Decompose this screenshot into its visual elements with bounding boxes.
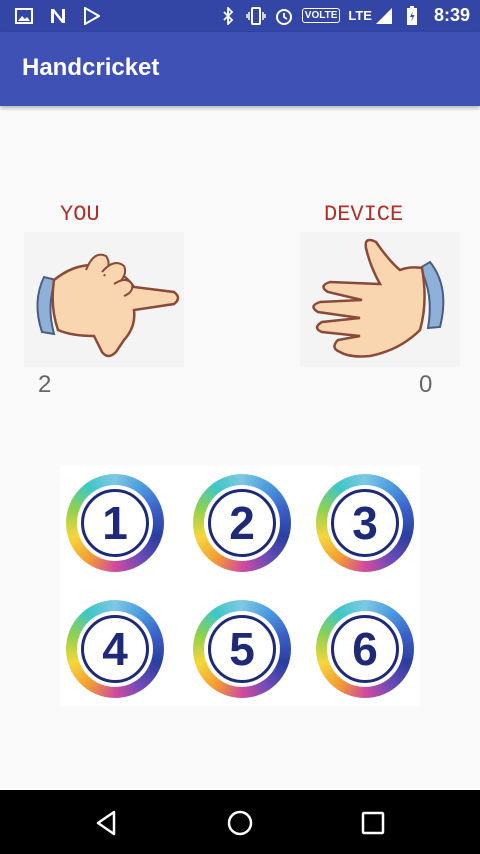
image-icon bbox=[14, 6, 34, 26]
home-icon[interactable] bbox=[225, 808, 255, 838]
device-label: DEVICE bbox=[324, 202, 404, 227]
lte-label: LTE bbox=[348, 8, 372, 23]
number-3-label: 3 bbox=[331, 489, 399, 557]
number-5-label: 5 bbox=[208, 615, 276, 683]
volte-badge: VOLTE bbox=[301, 8, 341, 23]
back-icon[interactable] bbox=[92, 808, 122, 838]
alarm-icon bbox=[274, 6, 294, 26]
clock-time: 8:39 bbox=[433, 5, 470, 25]
bluetooth-icon bbox=[218, 6, 238, 26]
recents-icon[interactable] bbox=[358, 808, 388, 838]
number-4-label: 4 bbox=[81, 615, 149, 683]
number-6-label: 6 bbox=[331, 615, 399, 683]
number-1-label: 1 bbox=[81, 489, 149, 557]
play-store-icon bbox=[82, 6, 102, 26]
status-bar: VOLTE LTE 8:39 bbox=[0, 0, 480, 32]
you-score: 2 bbox=[38, 371, 52, 398]
app-bar: Handcricket bbox=[0, 32, 480, 106]
n-icon bbox=[48, 6, 68, 26]
signal-icon bbox=[374, 6, 394, 26]
number-button-2[interactable]: 2 bbox=[193, 474, 291, 572]
battery-icon bbox=[402, 5, 422, 26]
number-button-3[interactable]: 3 bbox=[316, 474, 414, 572]
number-button-1[interactable]: 1 bbox=[66, 474, 164, 572]
device-score: 0 bbox=[419, 371, 433, 398]
vibrate-icon bbox=[246, 6, 266, 26]
navigation-bar bbox=[0, 790, 480, 854]
number-button-4[interactable]: 4 bbox=[66, 600, 164, 698]
device-hand-image bbox=[300, 232, 460, 367]
app-title: Handcricket bbox=[22, 54, 160, 81]
number-button-6[interactable]: 6 bbox=[316, 600, 414, 698]
you-label: YOU bbox=[60, 202, 100, 227]
number-2-label: 2 bbox=[208, 489, 276, 557]
number-button-5[interactable]: 5 bbox=[193, 600, 291, 698]
you-hand-image bbox=[24, 232, 184, 367]
